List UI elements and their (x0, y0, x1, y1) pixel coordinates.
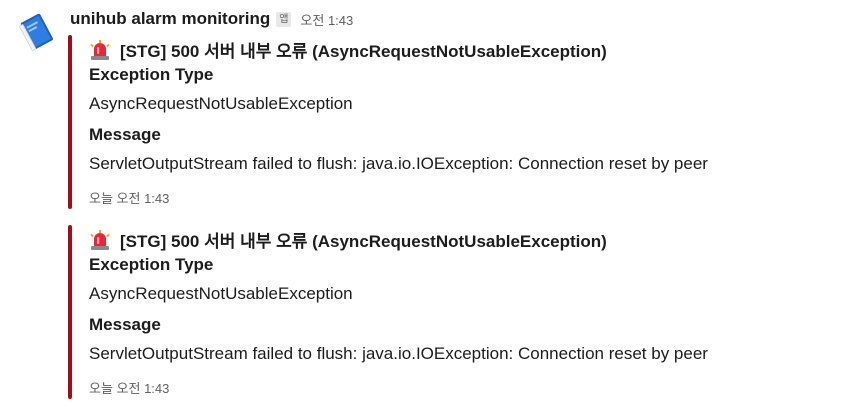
attachment-title: [STG] 500 서버 내부 오류 (AsyncRequestNotUsabl… (89, 227, 607, 252)
avatar[interactable] (16, 12, 56, 52)
message-header: unihub alarm monitoring 앱 오전 1:43 (70, 9, 353, 29)
book-icon (19, 13, 53, 51)
field-label-message: Message (89, 125, 161, 144)
field-label-exception-type: Exception Type (89, 65, 214, 84)
alert-attachment: [STG] 500 서버 내부 오류 (AsyncRequestNotUsabl… (68, 35, 808, 209)
field-value-exception-type: AsyncRequestNotUsableException (89, 94, 353, 113)
app-badge: 앱 (276, 11, 292, 27)
field-value-message: ServletOutputStream failed to flush: jav… (89, 344, 708, 363)
field-label-message: Message (89, 315, 161, 334)
rotating-light-icon (90, 39, 110, 60)
sender-name[interactable]: unihub alarm monitoring (70, 9, 270, 29)
attachment-color-bar (68, 225, 72, 399)
attachment-footer-timestamp[interactable]: 오늘 오전 1:43 (89, 378, 169, 397)
message-timestamp[interactable]: 오전 1:43 (300, 10, 353, 29)
field-label-exception-type: Exception Type (89, 255, 214, 274)
field-value-message: ServletOutputStream failed to flush: jav… (89, 154, 708, 173)
field-value-exception-type: AsyncRequestNotUsableException (89, 284, 353, 303)
attachment-footer-timestamp[interactable]: 오늘 오전 1:43 (89, 188, 169, 207)
attachment-title-text: [STG] 500 서버 내부 오류 (AsyncRequestNotUsabl… (120, 42, 607, 61)
attachment-title: [STG] 500 서버 내부 오류 (AsyncRequestNotUsabl… (89, 37, 607, 62)
attachment-color-bar (68, 35, 72, 209)
rotating-light-icon (90, 229, 110, 250)
alert-attachment: [STG] 500 서버 내부 오류 (AsyncRequestNotUsabl… (68, 225, 808, 399)
attachment-title-text: [STG] 500 서버 내부 오류 (AsyncRequestNotUsabl… (120, 232, 607, 251)
